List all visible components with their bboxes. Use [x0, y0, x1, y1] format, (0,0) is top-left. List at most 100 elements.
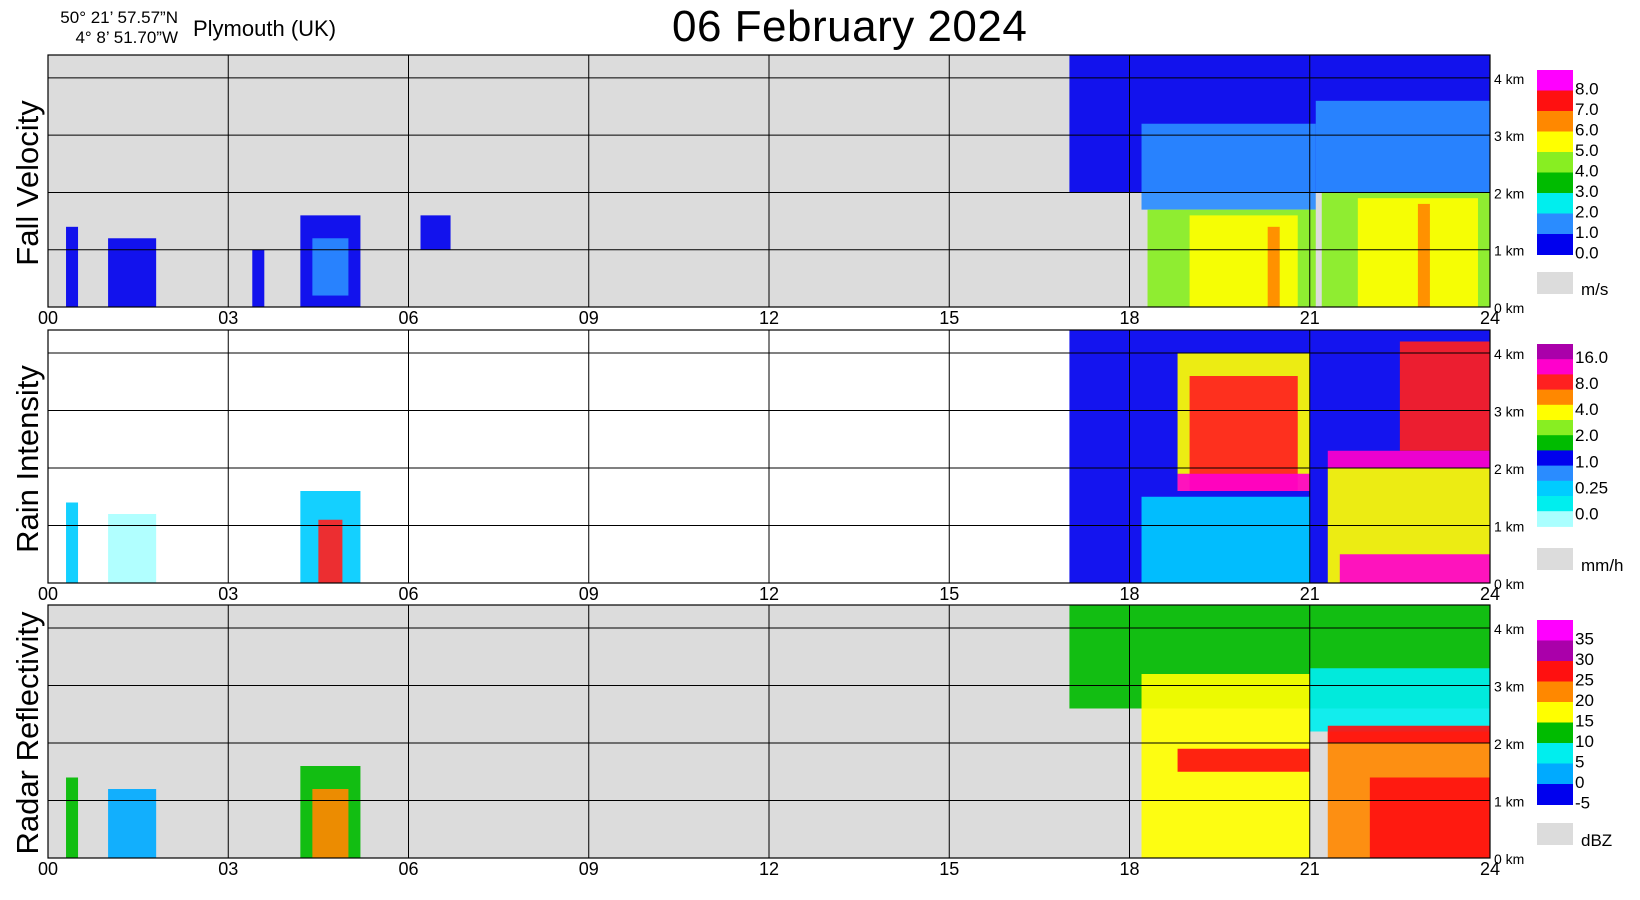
colorbar-swatch — [1537, 496, 1573, 512]
x-tick-label: 18 — [1119, 859, 1139, 879]
y-tick-label: 3 km — [1494, 679, 1524, 695]
heatmap-cell — [66, 777, 79, 858]
heatmap-cell — [1315, 100, 1490, 193]
x-tick-label: 21 — [1300, 859, 1320, 879]
heatmap-cell — [66, 226, 79, 307]
colorbar-swatch — [1537, 172, 1573, 194]
y-tick-label: 0 km — [1494, 300, 1524, 316]
colorbar-label: 1.0 — [1575, 223, 1599, 242]
x-tick-label: 09 — [579, 584, 599, 604]
colorbar-swatch — [1537, 193, 1573, 214]
colorbar-swatch — [1537, 450, 1573, 467]
heatmap-cell — [1339, 554, 1490, 583]
heatmap-cell — [1417, 203, 1430, 307]
heatmap-cell — [312, 789, 349, 858]
heatmap-cell — [318, 519, 343, 583]
y-tick-label: 0 km — [1494, 576, 1524, 592]
colorbar-swatch — [1537, 131, 1573, 153]
y-tick-label: 1 km — [1494, 519, 1524, 535]
colorbar-swatch — [1537, 70, 1573, 91]
x-tick-label: 12 — [759, 859, 779, 879]
colorbar-swatch — [1537, 763, 1573, 785]
heatmap-cell — [1141, 496, 1310, 583]
x-tick-label: 00 — [38, 308, 58, 328]
colorbar-nodata-swatch — [1537, 272, 1573, 294]
colorbar-label: 0.25 — [1575, 478, 1608, 497]
colorbar-swatch — [1537, 213, 1573, 235]
panel-2 — [47, 329, 1573, 584]
x-tick-label: 03 — [218, 308, 238, 328]
colorbar-label: 5 — [1575, 752, 1584, 771]
colorbar-label: 6.0 — [1575, 120, 1599, 139]
colorbar-nodata-swatch — [1537, 823, 1573, 845]
x-tick-label: 12 — [759, 584, 779, 604]
colorbar-swatch — [1537, 681, 1573, 703]
colorbar-label: 20 — [1575, 691, 1594, 710]
colorbar-swatch — [1537, 620, 1573, 641]
panel-3 — [47, 604, 1573, 859]
x-tick-label: 15 — [939, 584, 959, 604]
x-tick-label: 06 — [398, 308, 418, 328]
heatmap-cell — [1369, 777, 1490, 858]
colorbar-unit: m/s — [1581, 280, 1608, 299]
heatmap-cell — [1309, 668, 1490, 732]
x-tick-label: 15 — [939, 308, 959, 328]
colorbar-label: 8.0 — [1575, 374, 1599, 393]
y-tick-label: 4 km — [1494, 621, 1524, 637]
colorbar-label: 10 — [1575, 732, 1594, 751]
y-tick-label: 2 km — [1494, 736, 1524, 752]
colorbar-swatch — [1537, 389, 1573, 406]
colorbar-label: -5 — [1575, 793, 1590, 812]
colorbar-swatch — [1537, 511, 1573, 527]
y-tick-label: 2 km — [1494, 185, 1524, 201]
y-tick-label: 2 km — [1494, 461, 1524, 477]
heatmap-cell — [1267, 226, 1280, 307]
colorbar-label: 1.0 — [1575, 452, 1599, 471]
colorbar-label: 4.0 — [1575, 161, 1599, 180]
colorbar-label: 15 — [1575, 711, 1594, 730]
x-tick-label: 06 — [398, 584, 418, 604]
y-tick-label: 3 km — [1494, 404, 1524, 420]
colorbar-swatch — [1537, 722, 1573, 744]
x-tick-label: 00 — [38, 859, 58, 879]
panel-1 — [47, 54, 1573, 308]
colorbar-swatch — [1537, 743, 1573, 764]
x-tick-label: 15 — [939, 859, 959, 879]
colorbar-swatch — [1537, 344, 1573, 360]
colorbar-swatch — [1537, 234, 1573, 255]
x-tick-label: 03 — [218, 859, 238, 879]
heatmap-cell — [1327, 450, 1490, 468]
x-tick-label: 21 — [1300, 308, 1320, 328]
colorbar-swatch — [1537, 784, 1573, 805]
x-tick-label: 00 — [38, 584, 58, 604]
colorbar-swatch — [1537, 152, 1573, 173]
colorbar-swatch — [1537, 661, 1573, 682]
heatmap-cell — [1141, 123, 1316, 210]
heatmap-panels: 00 03 06 09 12 15 18 21 240 km1 km2 km3 km4 km8.… — [38, 54, 1624, 879]
x-tick-label: 21 — [1300, 584, 1320, 604]
colorbar-label: 8.0 — [1575, 79, 1599, 98]
colorbar-label: 2.0 — [1575, 426, 1599, 445]
heatmap-cell — [1177, 473, 1310, 491]
heatmap-cell — [312, 238, 349, 296]
colorbar-swatch — [1537, 420, 1573, 436]
heatmap-cell — [1357, 198, 1478, 307]
colorbar-swatch — [1537, 435, 1573, 451]
colorbar-label: 0.0 — [1575, 504, 1599, 523]
y-tick-label: 3 km — [1494, 128, 1524, 144]
colorbar-swatch — [1537, 374, 1573, 391]
colorbar-unit: mm/h — [1581, 556, 1624, 575]
colorbar-label: 7.0 — [1575, 100, 1599, 119]
colorbar-label: 16.0 — [1575, 348, 1608, 367]
x-tick-label: 09 — [579, 308, 599, 328]
colorbar-label: 25 — [1575, 670, 1594, 689]
y-tick-label: 1 km — [1494, 794, 1524, 810]
heatmap-cell — [1327, 725, 1490, 743]
colorbar-swatch — [1537, 465, 1573, 482]
x-tick-label: 06 — [398, 859, 418, 879]
colorbar-swatch — [1537, 480, 1573, 497]
heatmap-cell — [1189, 215, 1298, 307]
colorbar-swatch — [1537, 111, 1573, 132]
heatmap-cell — [108, 238, 157, 307]
heatmap-cell — [108, 789, 157, 858]
